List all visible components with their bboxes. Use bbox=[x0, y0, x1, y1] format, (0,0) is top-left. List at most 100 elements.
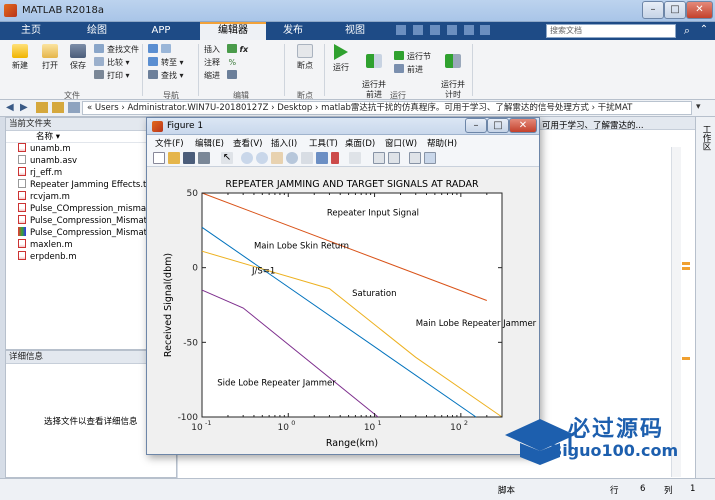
figure-maximize-button[interactable]: □ bbox=[487, 118, 509, 133]
up-folder-icon[interactable] bbox=[68, 102, 80, 113]
tab-view[interactable]: 视图 bbox=[330, 22, 380, 40]
menu-view[interactable]: 查看(V) bbox=[233, 137, 262, 149]
tab-apps[interactable]: APP bbox=[136, 22, 186, 40]
x-tick-label: 10 bbox=[191, 423, 203, 433]
search-documentation-input[interactable]: 搜索文档 bbox=[546, 24, 676, 38]
plot-area[interactable]: REPEATER JAMMING AND TARGET SIGNALS AT R… bbox=[147, 167, 539, 454]
tab-editor[interactable]: 编辑器 bbox=[200, 22, 266, 40]
new-figure-icon[interactable] bbox=[153, 152, 165, 164]
open-label: 打开 bbox=[42, 61, 58, 70]
folder-icon[interactable] bbox=[36, 102, 48, 113]
compare-button[interactable]: 比较 ▾ bbox=[94, 56, 142, 69]
menu-edit[interactable]: 编辑(E) bbox=[195, 137, 224, 149]
x-tick-exponent: -1 bbox=[205, 419, 211, 427]
save-figure-icon[interactable] bbox=[183, 152, 195, 164]
m-file-icon bbox=[18, 143, 26, 152]
back-arrow-icon[interactable]: ◀ bbox=[6, 102, 14, 113]
indent-button[interactable]: 缩进 bbox=[204, 69, 280, 82]
menu-file[interactable]: 文件(F) bbox=[155, 137, 184, 149]
show-plot-tools-icon[interactable] bbox=[424, 152, 436, 164]
menu-tools[interactable]: 工具(T) bbox=[309, 137, 338, 149]
ribbon-divider bbox=[142, 44, 143, 96]
compare-label: 比较 bbox=[107, 58, 123, 67]
insert-section-icon bbox=[226, 44, 237, 53]
goto-button[interactable]: 转至 ▾ bbox=[148, 56, 196, 69]
insert-button[interactable]: 插入 fx bbox=[204, 43, 280, 56]
y-tick-label: 50 bbox=[187, 189, 199, 199]
brush-icon[interactable] bbox=[316, 152, 328, 164]
menu-desktop[interactable]: 桌面(D) bbox=[345, 137, 375, 149]
open-button[interactable]: 打开 bbox=[36, 44, 64, 71]
rotate-icon[interactable] bbox=[286, 152, 298, 164]
save-button[interactable]: 保存 bbox=[64, 44, 92, 71]
link-icon[interactable] bbox=[349, 152, 361, 164]
run-button[interactable]: 运行 bbox=[328, 44, 354, 73]
figure-title-bar[interactable]: Figure 1 – □ ✕ bbox=[147, 118, 539, 135]
figure-minimize-button[interactable]: – bbox=[465, 118, 487, 133]
forward-arrow-icon[interactable]: ▶ bbox=[20, 102, 28, 113]
maximize-button[interactable]: □ bbox=[664, 1, 686, 19]
x-tick-label: 10 bbox=[450, 423, 462, 433]
tab-publish[interactable]: 发布 bbox=[268, 22, 318, 40]
matlab-logo-icon bbox=[4, 4, 17, 17]
pointer-icon[interactable]: ↖ bbox=[221, 152, 233, 164]
comment-button[interactable]: 注释 % bbox=[204, 56, 280, 69]
workspace-label[interactable]: 工作区 bbox=[700, 125, 712, 151]
advance-button[interactable]: 前进 bbox=[394, 63, 436, 76]
status-bar: 脚本 行 6 列 1 bbox=[0, 478, 715, 500]
file-name: maxlen.m bbox=[30, 240, 73, 250]
quick-access-toolbar bbox=[396, 25, 536, 37]
new-button[interactable]: 新建 bbox=[6, 44, 34, 71]
tab-home[interactable]: 主页 bbox=[6, 22, 56, 40]
m-file-icon bbox=[18, 239, 26, 248]
browse-folder-icon[interactable] bbox=[52, 102, 64, 113]
data-cursor-icon[interactable] bbox=[301, 152, 313, 164]
print-button[interactable]: 打印 ▾ bbox=[94, 69, 142, 82]
brush-color-icon[interactable] bbox=[331, 152, 339, 164]
chart-annotation: Side Lobe Repeater Jammer bbox=[217, 379, 336, 389]
ribbon-divider bbox=[198, 44, 199, 96]
legend-icon[interactable] bbox=[388, 152, 400, 164]
x-tick-exponent: 0 bbox=[291, 419, 295, 427]
menu-help[interactable]: 帮助(H) bbox=[427, 137, 457, 149]
file-name: Pulse_COmpression_mismatch bbox=[30, 204, 160, 214]
minimize-button[interactable]: – bbox=[642, 1, 664, 19]
search-icon[interactable]: ⌕ bbox=[680, 24, 694, 38]
file-name: Pulse_Compression_Mismatc bbox=[30, 228, 152, 238]
chart-annotation: Main Lobe Repeater Jammer bbox=[416, 319, 537, 329]
open-file-icon[interactable] bbox=[168, 152, 180, 164]
warning-marker[interactable] bbox=[682, 357, 690, 360]
warning-marker[interactable] bbox=[682, 262, 690, 265]
menu-insert[interactable]: 插入(I) bbox=[271, 137, 297, 149]
chart[interactable]: REPEATER JAMMING AND TARGET SIGNALS AT R… bbox=[147, 167, 539, 454]
file-name: rj_eff.m bbox=[30, 168, 63, 178]
figure-window[interactable]: Figure 1 – □ ✕ 文件(F) 编辑(E) 查看(V) 插入(I) 工… bbox=[146, 117, 540, 455]
row-label: 行 bbox=[610, 486, 619, 496]
sort-icon: ▾ bbox=[55, 132, 60, 142]
zoom-in-icon[interactable] bbox=[241, 152, 253, 164]
run-section-button[interactable]: 运行节 bbox=[394, 50, 436, 63]
indent-icon bbox=[226, 70, 237, 79]
tab-plots[interactable]: 绘图 bbox=[72, 22, 122, 40]
path-dropdown-icon[interactable]: ▾ bbox=[696, 102, 701, 112]
colorbar-icon[interactable] bbox=[373, 152, 385, 164]
find-files-button[interactable]: 查找文件 bbox=[94, 43, 142, 56]
close-button[interactable]: ✕ bbox=[686, 1, 713, 19]
breakpoints-button[interactable]: 断点 bbox=[290, 44, 320, 71]
current-folder-path[interactable]: « Users › Administrator.WIN7U-20180127Z … bbox=[82, 101, 692, 115]
watermark-url: Biguo100.com bbox=[550, 441, 679, 460]
menu-window[interactable]: 窗口(W) bbox=[385, 137, 417, 149]
pan-icon[interactable] bbox=[271, 152, 283, 164]
back-forward-buttons[interactable] bbox=[148, 43, 196, 56]
app-title: MATLAB R2018a bbox=[22, 5, 105, 16]
figure-close-button[interactable]: ✕ bbox=[509, 118, 537, 133]
chart-title: REPEATER JAMMING AND TARGET SIGNALS AT R… bbox=[225, 179, 479, 190]
warning-marker[interactable] bbox=[682, 267, 690, 270]
zoom-out-icon[interactable] bbox=[256, 152, 268, 164]
print-figure-icon[interactable] bbox=[198, 152, 210, 164]
minimize-toolstrip-icon[interactable]: ⌃ bbox=[697, 24, 711, 38]
file-name: erpdenb.m bbox=[30, 252, 77, 262]
hide-plot-tools-icon[interactable] bbox=[409, 152, 421, 164]
editor-tab-title[interactable]: 可用于学习、了解雷达的... bbox=[542, 119, 644, 131]
find-button[interactable]: 查找 ▾ bbox=[148, 69, 196, 82]
